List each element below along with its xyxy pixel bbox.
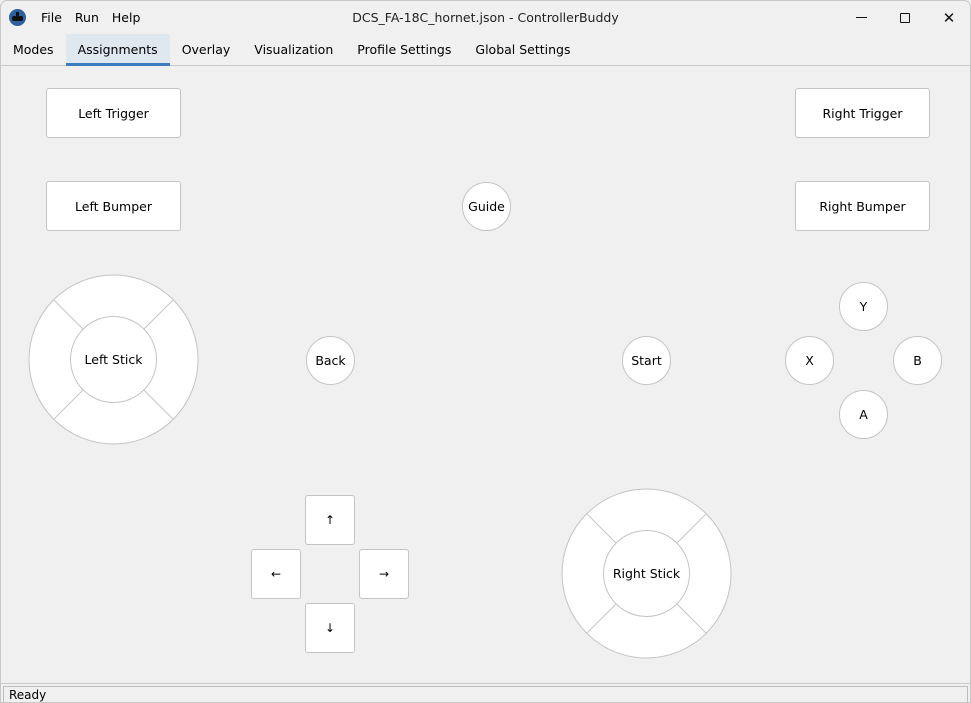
maximize-icon [900,12,910,23]
menu-file[interactable]: File [41,10,62,25]
tab-bar: Modes Assignments Overlay Visualization … [1,34,970,66]
x-button[interactable]: X [785,336,834,385]
close-button[interactable]: ✕ [926,1,970,34]
app-window: DCS_FA-18C_hornet.json - ControllerBuddy… [0,0,971,703]
dpad-up-button[interactable]: ↑ [305,495,355,545]
title-bar[interactable]: DCS_FA-18C_hornet.json - ControllerBuddy… [1,1,970,34]
right-stick: Right Stick [561,488,732,659]
tab-assignments[interactable]: Assignments [65,34,170,66]
left-stick-button[interactable]: Left Stick [70,316,157,403]
right-bumper-button[interactable]: Right Bumper [795,181,930,231]
arrow-up-icon: ↑ [324,513,336,527]
menu-help[interactable]: Help [112,10,141,25]
arrow-right-icon: → [378,567,390,581]
close-icon: ✕ [942,8,956,27]
menu-run[interactable]: Run [75,10,99,25]
b-button[interactable]: B [893,336,942,385]
back-button[interactable]: Back [306,336,355,385]
right-trigger-button[interactable]: Right Trigger [795,88,930,138]
menu-bar: File Run Help [41,10,153,25]
tab-visualization[interactable]: Visualization [242,34,345,65]
assignments-panel: Left Trigger Left Bumper Right Trigger R… [1,67,970,681]
status-text: Ready [3,686,968,702]
left-trigger-button[interactable]: Left Trigger [46,88,181,138]
left-stick: Left Stick [28,274,199,445]
right-stick-button[interactable]: Right Stick [603,530,690,617]
arrow-down-icon: ↓ [324,621,336,635]
dpad-left-button[interactable]: ← [251,549,301,599]
tab-modes[interactable]: Modes [1,34,66,65]
arrow-left-icon: ← [270,567,282,581]
tab-global-settings[interactable]: Global Settings [463,34,582,65]
guide-button[interactable]: Guide [462,182,511,231]
y-button[interactable]: Y [839,282,888,331]
maximize-button[interactable] [882,1,928,34]
left-bumper-button[interactable]: Left Bumper [46,181,181,231]
minimize-icon [855,17,867,18]
minimize-button[interactable] [838,1,884,34]
start-button[interactable]: Start [622,336,671,385]
tab-profile-settings[interactable]: Profile Settings [345,34,463,65]
a-button[interactable]: A [839,390,888,439]
controllerbuddy-app-icon [9,9,26,26]
dpad-right-button[interactable]: → [359,549,409,599]
tab-overlay[interactable]: Overlay [170,34,243,65]
status-bar: Ready [1,683,970,702]
dpad-down-button[interactable]: ↓ [305,603,355,653]
